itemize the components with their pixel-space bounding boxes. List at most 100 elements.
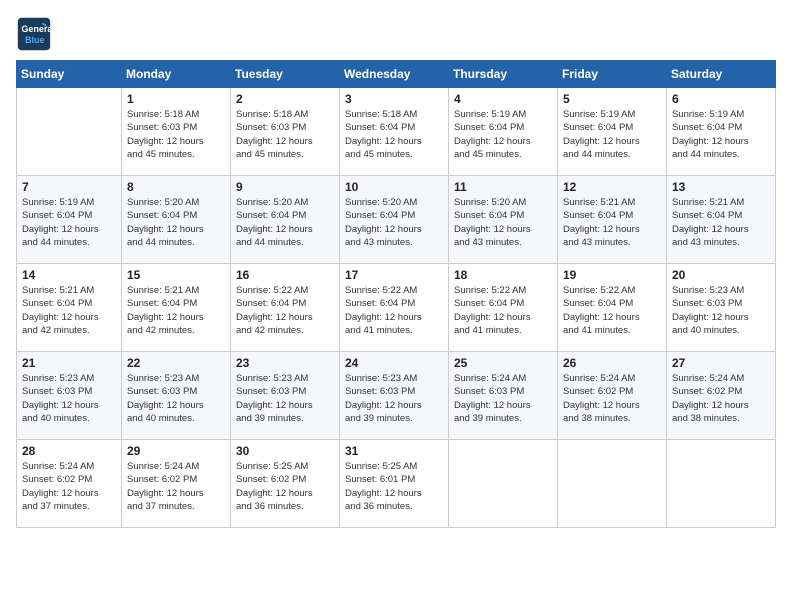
calendar-cell: 27 Sunrise: 5:24 AMSunset: 6:02 PMDayligh…	[667, 352, 776, 440]
calendar-cell: 16Sunrise: 5:22 AMSunset: 6:04 PMDayligh…	[231, 264, 340, 352]
day-info: Sunrise: 5:20 AMSunset: 6:04 PMDaylight:…	[345, 196, 443, 249]
day-number: 6	[672, 92, 770, 106]
day-info: Sunrise: 5:19 AMSunset: 6:04 PMDaylight:…	[454, 108, 552, 161]
calendar-week-2: 7Sunrise: 5:19 AMSunset: 6:04 PMDaylight…	[17, 176, 776, 264]
day-number: 27	[672, 356, 770, 370]
calendar-cell: 21 Sunrise: 5:23 AMSunset: 6:03 PMDayligh…	[17, 352, 122, 440]
day-info: Sunrise: 5:20 AMSunset: 6:04 PMDaylight:…	[454, 196, 552, 249]
calendar-week-1: 1 Sunrise: 5:18 AMSunset: 6:03 PMDaylight…	[17, 88, 776, 176]
day-info: Sunrise: 5:19 AMSunset: 6:04 PMDaylight:…	[672, 108, 770, 161]
day-info: Sunrise: 5:24 AMSunset: 6:03 PMDaylight:…	[454, 372, 552, 425]
day-number: 15	[127, 268, 225, 282]
calendar-cell: 31 Sunrise: 5:25 AMSunset: 6:01 PMDayligh…	[340, 440, 449, 528]
calendar-cell	[449, 440, 558, 528]
day-number: 12	[563, 180, 661, 194]
col-header-thursday: Thursday	[449, 61, 558, 88]
calendar-week-5: 28 Sunrise: 5:24 AMSunset: 6:02 PMDayligh…	[17, 440, 776, 528]
calendar-cell: 14 Sunrise: 5:21 AMSunset: 6:04 PMDayligh…	[17, 264, 122, 352]
calendar-cell: 8 Sunrise: 5:20 AMSunset: 6:04 PMDaylight…	[122, 176, 231, 264]
calendar-cell: 19 Sunrise: 5:22 AMSunset: 6:04 PMDayligh…	[558, 264, 667, 352]
day-number: 4	[454, 92, 552, 106]
col-header-friday: Friday	[558, 61, 667, 88]
day-info: Sunrise: 5:23 AMSunset: 6:03 PMDaylight:…	[672, 284, 770, 337]
day-number: 3	[345, 92, 443, 106]
col-header-wednesday: Wednesday	[340, 61, 449, 88]
day-number: 31	[345, 444, 443, 458]
calendar-table: SundayMondayTuesdayWednesdayThursdayFrid…	[16, 60, 776, 528]
day-number: 26	[563, 356, 661, 370]
day-number: 28	[22, 444, 116, 458]
calendar-cell	[667, 440, 776, 528]
day-number: 24	[345, 356, 443, 370]
calendar-cell: 22 Sunrise: 5:23 AMSunset: 6:03 PMDayligh…	[122, 352, 231, 440]
day-info: Sunrise: 5:21 AMSunset: 6:04 PMDaylight:…	[563, 196, 661, 249]
calendar-cell: 28Sunrise: 5:24 AMSunset: 6:02 PMDayligh…	[17, 440, 122, 528]
day-info: Sunrise: 5:24 AMSunset: 6:02 PMDaylight:…	[672, 372, 770, 425]
day-number: 16	[236, 268, 334, 282]
day-number: 19	[563, 268, 661, 282]
day-number: 11	[454, 180, 552, 194]
day-info: Sunrise: 5:23 AMSunset: 6:03 PMDaylight:…	[345, 372, 443, 425]
calendar-cell: 15 Sunrise: 5:21 AMSunset: 6:04 PMDayligh…	[122, 264, 231, 352]
day-info: Sunrise: 5:25 AMSunset: 6:01 PMDaylight:…	[345, 460, 443, 513]
day-number: 5	[563, 92, 661, 106]
col-header-tuesday: Tuesday	[231, 61, 340, 88]
day-info: Sunrise: 5:21 AMSunset: 6:04 PMDaylight:…	[22, 284, 116, 337]
day-number: 18	[454, 268, 552, 282]
svg-text:Blue: Blue	[25, 35, 45, 45]
calendar-cell: 11 Sunrise: 5:20 AMSunset: 6:04 PMDayligh…	[449, 176, 558, 264]
day-info: Sunrise: 5:22 AMSunset: 6:04 PMDaylight:…	[345, 284, 443, 337]
day-number: 29	[127, 444, 225, 458]
calendar-week-4: 21 Sunrise: 5:23 AMSunset: 6:03 PMDayligh…	[17, 352, 776, 440]
calendar-week-3: 14 Sunrise: 5:21 AMSunset: 6:04 PMDayligh…	[17, 264, 776, 352]
calendar-cell: 9 Sunrise: 5:20 AMSunset: 6:04 PMDaylight…	[231, 176, 340, 264]
day-info: Sunrise: 5:20 AMSunset: 6:04 PMDaylight:…	[236, 196, 334, 249]
calendar-cell: 5Sunrise: 5:19 AMSunset: 6:04 PMDaylight…	[558, 88, 667, 176]
day-number: 22	[127, 356, 225, 370]
day-info: Sunrise: 5:21 AMSunset: 6:04 PMDaylight:…	[672, 196, 770, 249]
calendar-cell: 26 Sunrise: 5:24 AMSunset: 6:02 PMDayligh…	[558, 352, 667, 440]
day-info: Sunrise: 5:22 AMSunset: 6:04 PMDaylight:…	[454, 284, 552, 337]
day-info: Sunrise: 5:20 AMSunset: 6:04 PMDaylight:…	[127, 196, 225, 249]
day-number: 14	[22, 268, 116, 282]
calendar-cell: 29 Sunrise: 5:24 AMSunset: 6:02 PMDayligh…	[122, 440, 231, 528]
day-number: 9	[236, 180, 334, 194]
day-info: Sunrise: 5:23 AMSunset: 6:03 PMDaylight:…	[127, 372, 225, 425]
day-info: Sunrise: 5:18 AMSunset: 6:04 PMDaylight:…	[345, 108, 443, 161]
svg-text:General: General	[21, 24, 52, 34]
page-header: General Blue	[16, 16, 776, 52]
day-number: 1	[127, 92, 225, 106]
day-number: 8	[127, 180, 225, 194]
logo: General Blue	[16, 16, 56, 52]
day-number: 20	[672, 268, 770, 282]
calendar-cell: 4 Sunrise: 5:19 AMSunset: 6:04 PMDaylight…	[449, 88, 558, 176]
day-number: 17	[345, 268, 443, 282]
day-number: 13	[672, 180, 770, 194]
calendar-cell: 23 Sunrise: 5:23 AMSunset: 6:03 PMDayligh…	[231, 352, 340, 440]
calendar-cell: 2 Sunrise: 5:18 AMSunset: 6:03 PMDaylight…	[231, 88, 340, 176]
calendar-cell: 6 Sunrise: 5:19 AMSunset: 6:04 PMDaylight…	[667, 88, 776, 176]
day-number: 10	[345, 180, 443, 194]
day-info: Sunrise: 5:18 AMSunset: 6:03 PMDaylight:…	[127, 108, 225, 161]
day-info: Sunrise: 5:24 AMSunset: 6:02 PMDaylight:…	[563, 372, 661, 425]
logo-icon: General Blue	[16, 16, 52, 52]
day-number: 2	[236, 92, 334, 106]
calendar-cell: 20 Sunrise: 5:23 AMSunset: 6:03 PMDayligh…	[667, 264, 776, 352]
day-info: Sunrise: 5:23 AMSunset: 6:03 PMDaylight:…	[22, 372, 116, 425]
calendar-cell	[558, 440, 667, 528]
day-info: Sunrise: 5:21 AMSunset: 6:04 PMDaylight:…	[127, 284, 225, 337]
day-info: Sunrise: 5:24 AMSunset: 6:02 PMDaylight:…	[127, 460, 225, 513]
day-info: Sunrise: 5:22 AMSunset: 6:04 PMDaylight:…	[563, 284, 661, 337]
calendar-cell: 1 Sunrise: 5:18 AMSunset: 6:03 PMDaylight…	[122, 88, 231, 176]
day-info: Sunrise: 5:18 AMSunset: 6:03 PMDaylight:…	[236, 108, 334, 161]
calendar-cell	[17, 88, 122, 176]
day-info: Sunrise: 5:25 AMSunset: 6:02 PMDaylight:…	[236, 460, 334, 513]
col-header-monday: Monday	[122, 61, 231, 88]
day-number: 23	[236, 356, 334, 370]
day-info: Sunrise: 5:23 AMSunset: 6:03 PMDaylight:…	[236, 372, 334, 425]
calendar-cell: 3 Sunrise: 5:18 AMSunset: 6:04 PMDaylight…	[340, 88, 449, 176]
calendar-cell: 13 Sunrise: 5:21 AMSunset: 6:04 PMDayligh…	[667, 176, 776, 264]
day-number: 21	[22, 356, 116, 370]
day-number: 7	[22, 180, 116, 194]
calendar-cell: 12 Sunrise: 5:21 AMSunset: 6:04 PMDayligh…	[558, 176, 667, 264]
